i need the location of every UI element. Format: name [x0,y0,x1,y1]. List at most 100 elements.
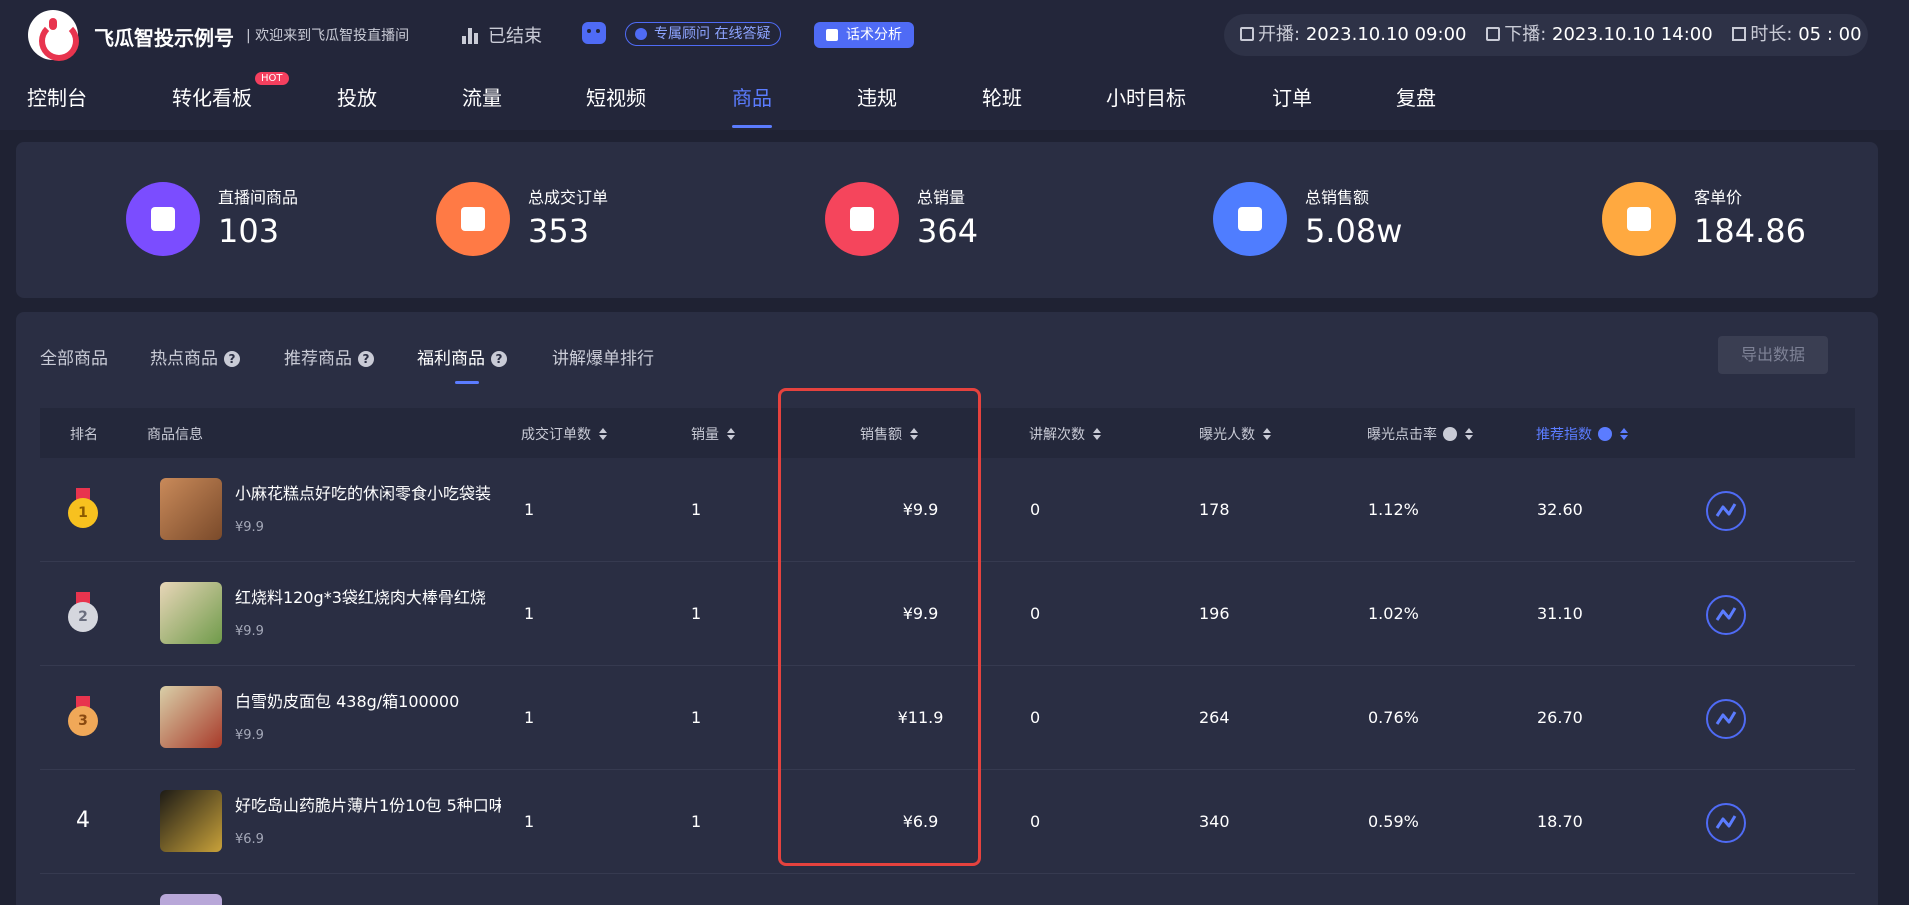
advisor-button[interactable]: 专属顾问 在线答疑 [625,22,782,46]
sort-icon[interactable] [1620,428,1628,440]
nav-ads[interactable]: 投放 [337,82,377,128]
col-ctr[interactable]: 曝光点击率 [1367,424,1473,444]
broadcast-time-info: 开播: 2023.10.10 09:00 下播: 2023.10.10 14:0… [1224,14,1868,56]
rank-value: 1 [68,498,98,528]
exposure-cell: 178 [1199,500,1230,519]
rank-value: 2 [68,602,98,632]
explain-cell: 0 [1030,500,1041,519]
calendar-icon [1486,27,1501,41]
nav-orders[interactable]: 订单 [1272,82,1312,128]
product-price: ¥9.9 [235,520,264,535]
col-rank: 排名 [70,427,98,443]
col-label: 推荐指数 [1536,427,1592,443]
sort-icon[interactable] [1093,428,1101,440]
info-icon[interactable] [1598,427,1612,441]
sales-cell: 1 [691,708,702,727]
product-thumbnail[interactable] [160,478,222,540]
stat-label: 客单价 [1694,188,1743,207]
product-name[interactable]: 小麻花糕点好吃的休闲零食小吃袋装 [235,480,501,504]
tab-hot-products[interactable]: 热点商品? [150,344,240,384]
col-label: 讲解次数 [1029,427,1085,443]
score-cell: 31.10 [1537,604,1583,623]
price-tag-icon [1602,182,1676,256]
col-product-info: 商品信息 [147,427,203,443]
duration-label: 时长: [1750,24,1793,45]
hourglass-icon [1732,27,1747,41]
export-button[interactable]: 导出数据 [1718,336,1828,374]
ctr-cell: 1.12% [1368,500,1419,519]
help-icon[interactable]: ? [224,351,240,367]
help-icon[interactable]: ? [358,351,374,367]
col-label: 成交订单数 [521,427,591,443]
product-thumbnail[interactable] [160,790,222,852]
sort-icon[interactable] [727,428,735,440]
tab-recommended-products[interactable]: 推荐商品? [284,344,374,384]
nav-conversion-board[interactable]: 转化看板 [172,82,252,128]
nav-hourly-goal[interactable]: 小时目标 [1106,82,1186,128]
sort-icon[interactable] [599,428,607,440]
layers-icon [126,182,200,256]
document-icon [436,182,510,256]
bar-chart-icon [462,28,478,44]
bronze-medal-icon: 3 [68,696,98,736]
col-recommend-index[interactable]: 推荐指数 [1536,424,1628,444]
sort-icon[interactable] [1465,428,1473,440]
rank-value: 3 [68,706,98,736]
nav-products[interactable]: 商品 [732,82,772,128]
col-orders[interactable]: 成交订单数 [521,424,607,444]
product-thumbnail[interactable] [160,686,222,748]
product-thumbnail[interactable] [160,582,222,644]
welcome-text: | 欢迎来到飞瓜智投直播间 [246,28,410,44]
nav-review[interactable]: 复盘 [1396,82,1436,128]
product-price: ¥9.9 [235,728,264,743]
duration-value: 05 : 00 [1798,24,1862,45]
main-nav: 控制台 转化看板 投放 流量 短视频 商品 违规 轮班 小时目标 订单 复盘 [0,82,1909,130]
product-price: ¥9.9 [235,624,264,639]
orders-cell: 1 [524,604,535,623]
nav-violations[interactable]: 违规 [857,82,897,128]
info-icon[interactable] [1443,427,1457,441]
tab-explain-ranking[interactable]: 讲解爆单排行 [552,344,654,384]
nav-short-video[interactable]: 短视频 [586,82,646,128]
sort-icon[interactable] [1263,428,1271,440]
stat-value: 353 [528,212,590,250]
tab-welfare-products[interactable]: 福利商品? [417,344,507,384]
product-price: ¥6.9 [235,832,264,847]
orders-cell: 1 [524,812,535,831]
stat-value: 184.86 [1694,212,1806,250]
col-exposure[interactable]: 曝光人数 [1199,424,1271,444]
nav-console[interactable]: 控制台 [27,82,87,128]
product-name[interactable]: 白雪奶皮面包 438g/箱100000 [235,688,501,712]
end-label: 下播: [1504,24,1547,45]
nav-shifts[interactable]: 轮班 [982,82,1022,128]
account-name: 飞瓜智投示例号 [94,26,234,50]
product-name[interactable]: 红烧料120g*3袋红烧肉大棒骨红烧 [235,584,501,608]
trend-chart-icon[interactable] [1706,595,1746,635]
col-sales[interactable]: 销量 [691,424,735,444]
gold-medal-icon: 1 [68,488,98,528]
sales-cell: 1 [691,812,702,831]
speech-analysis-button[interactable]: 话术分析 [814,22,914,48]
stat-label: 总销售额 [1305,188,1370,207]
nav-traffic[interactable]: 流量 [462,82,502,128]
trend-chart-icon[interactable] [1706,491,1746,531]
product-name[interactable]: 好吃岛山药脆片薄片1份10包 5种口味 [235,792,501,816]
col-label: 曝光点击率 [1367,427,1437,443]
sales-cell: 1 [691,604,702,623]
trend-chart-icon[interactable] [1706,803,1746,843]
logo [28,10,79,61]
robot-icon [582,22,606,44]
help-icon[interactable]: ? [491,351,507,367]
stat-label: 总销量 [917,188,966,207]
trend-chart-icon[interactable] [1706,699,1746,739]
tab-all-products[interactable]: 全部商品 [40,344,108,384]
rank-value: 4 [76,808,90,833]
product-thumbnail[interactable] [160,894,222,905]
end-value: 2023.10.10 14:00 [1552,24,1713,45]
ctr-cell: 0.76% [1368,708,1419,727]
explain-cell: 0 [1030,708,1041,727]
col-explain-count[interactable]: 讲解次数 [1029,424,1101,444]
start-value: 2023.10.10 09:00 [1305,24,1467,45]
tab-label: 推荐商品 [284,349,352,369]
exposure-cell: 340 [1199,812,1230,831]
